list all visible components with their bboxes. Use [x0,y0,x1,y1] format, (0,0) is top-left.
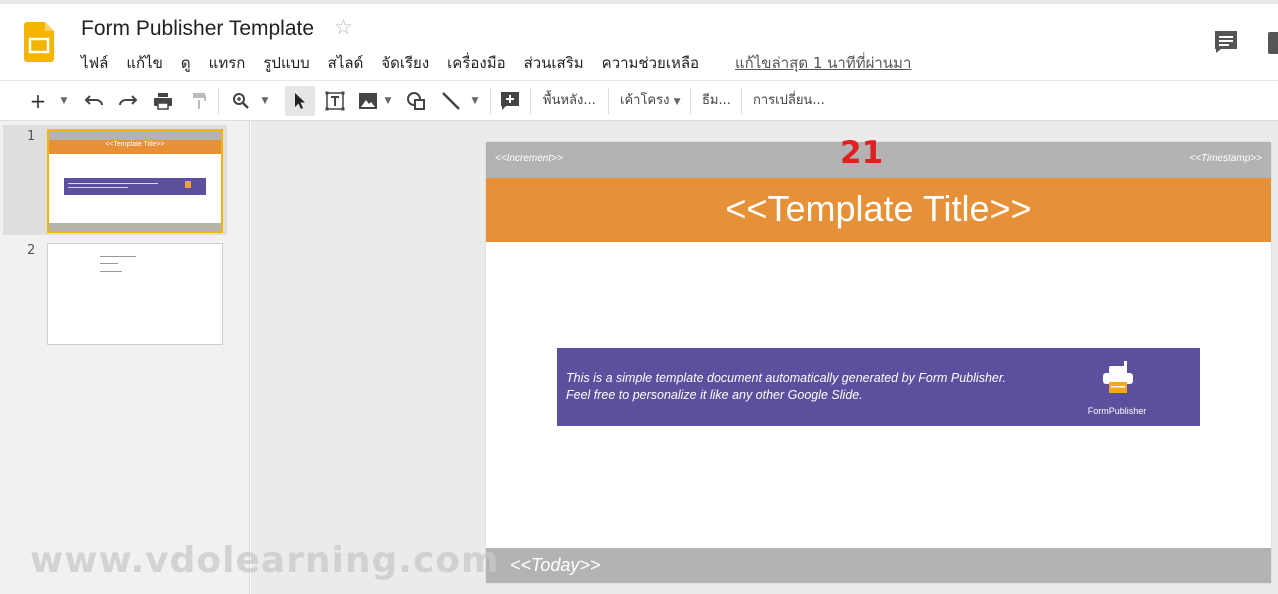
toolbar-separator [490,88,491,114]
menu-slide[interactable]: สไลด์ [328,51,364,72]
toolbar-separator [741,88,742,114]
add-icon[interactable]: + [26,89,50,113]
slide-number-1: 1 [27,129,36,144]
document-title[interactable]: Form Publisher Template [81,17,314,41]
printer-icon [1103,361,1133,393]
thumb-top-bar [49,131,221,140]
print-icon[interactable] [151,89,175,113]
info-box[interactable]: This is a simple template document autom… [557,348,1200,426]
menu-tools[interactable]: เครื่องมือ [447,51,505,72]
line-icon[interactable] [439,89,463,113]
slide-filmstrip: 1 <<Template Title>> 2 [0,121,250,594]
line-dropdown-chevron-icon[interactable]: ▼ [468,89,482,113]
image-icon[interactable] [356,89,380,113]
undo-icon[interactable] [82,89,106,113]
theme-button[interactable]: ธีม... [702,89,731,113]
menu-help[interactable]: ความช่วยเหลือ [602,51,699,72]
transition-button[interactable]: การเปลี่ยน... [753,89,825,113]
layout-label: เค้าโครง [620,93,670,108]
star-icon[interactable]: ☆ [334,17,353,38]
slide-thumbnail-1[interactable]: <<Template Title>> [47,129,223,233]
menu-view[interactable]: ดู [181,51,191,72]
thumb-text-line [68,187,128,188]
info-text: This is a simple template document autom… [566,370,1006,404]
zoom-icon[interactable] [229,89,253,113]
thumb-text-line [68,183,158,184]
toolbar-separator [530,88,531,114]
thumb-text-line [100,271,122,272]
last-edit-link[interactable]: แก้ไขล่าสุด 1 นาทีที่ผ่านมา [735,51,911,75]
insert-comment-icon[interactable] [498,89,522,113]
image-dropdown-chevron-icon[interactable]: ▼ [381,89,395,113]
overlay-step-number: 21 [840,135,884,171]
redo-icon[interactable] [116,89,140,113]
menu-edit[interactable]: แก้ไข [126,51,163,72]
share-button-edge[interactable] [1268,32,1278,54]
thumb-purple-box [64,178,206,195]
menu-bar: ไฟล์ แก้ไข ดู แทรก รูปแบบ สไลด์ จัดเรียง… [81,51,717,72]
watermark: www.vdolearning.com [30,540,500,581]
zoom-dropdown-chevron-icon[interactable]: ▼ [258,89,272,113]
increment-placeholder[interactable]: <<Increment>> [495,153,563,164]
layout-button[interactable]: เค้าโครง ▼ [620,89,681,113]
formpublisher-logo-label: FormPublisher [1087,406,1147,416]
toolbar-separator [690,88,691,114]
shape-icon[interactable] [404,89,428,113]
menu-insert[interactable]: แทรก [209,51,246,72]
thumb-text-line [100,256,136,257]
top-border [0,0,1278,4]
toolbar: + ▼ ▼ ▼ ▼ พื้นหลัง... เค้าโครง ▼ ธีม... … [0,80,1278,121]
thumb-title: <<Template Title>> [105,141,165,148]
menu-addons[interactable]: ส่วนเสริม [524,51,584,72]
select-icon[interactable] [285,86,315,116]
menu-arrange[interactable]: จัดเรียง [381,51,429,72]
slide-number-2: 2 [27,243,36,258]
today-placeholder[interactable]: <<Today>> [510,555,600,576]
info-line-1: This is a simple template document autom… [566,371,1007,385]
toolbar-separator [218,88,219,114]
layout-dropdown-chevron-icon: ▼ [673,97,681,107]
thumb-printer-icon [185,181,191,188]
toolbar-separator [608,88,609,114]
paint-format-icon[interactable] [187,89,211,113]
add-dropdown-chevron-icon[interactable]: ▼ [57,89,71,113]
slide-title[interactable]: <<Template Title>> [486,188,1271,230]
current-slide[interactable]: <<Increment>> <<Timestamp>> <<Template T… [486,142,1271,583]
slide-thumbnail-2[interactable] [47,243,223,345]
background-button[interactable]: พื้นหลัง... [543,89,596,113]
slides-logo-icon[interactable] [24,22,54,62]
menu-file[interactable]: ไฟล์ [81,51,108,72]
slide-footer-bar: <<Today>> [486,548,1271,583]
textbox-icon[interactable] [323,89,347,113]
thumb-footer-bar [49,223,221,231]
timestamp-placeholder[interactable]: <<Timestamp>> [1189,153,1262,164]
thumb-text-line [100,263,118,264]
comment-icon[interactable] [1213,30,1239,54]
info-line-2: Feel free to personalize it like any oth… [566,388,863,402]
menu-format[interactable]: รูปแบบ [263,51,309,72]
